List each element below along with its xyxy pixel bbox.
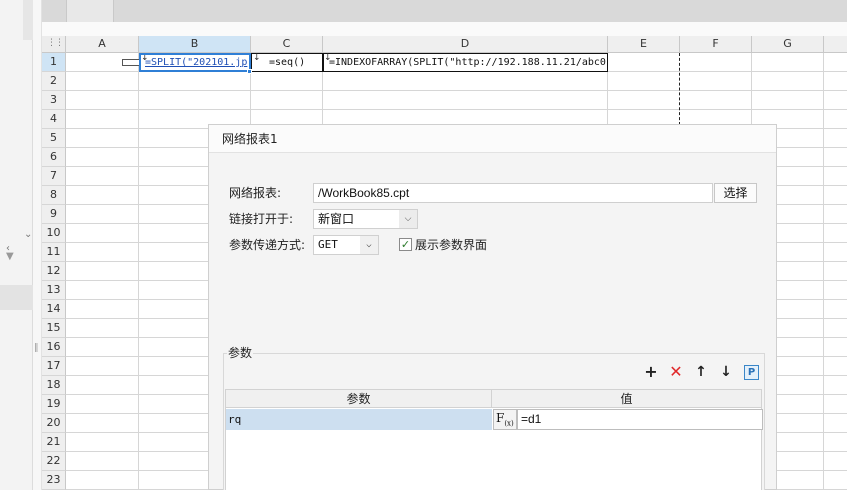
- row-header[interactable]: 21: [42, 433, 66, 452]
- column-header-e[interactable]: E: [608, 36, 680, 53]
- show-params-label: 展示参数界面: [415, 238, 488, 252]
- page-break-line: [679, 53, 680, 125]
- column-header-h[interactable]: [824, 36, 847, 53]
- cell-d1[interactable]: =INDEXOFARRAY(SPLIT("http://192.188.11.2…: [325, 53, 606, 72]
- select-all-corner[interactable]: ⋮⋮⋮: [42, 36, 72, 53]
- row-header[interactable]: 20: [42, 414, 66, 433]
- method-value: GET: [318, 238, 338, 251]
- formula-icon-sub: (x): [504, 419, 514, 428]
- params-table: 参数 值 rq F(x) =d1: [225, 389, 763, 490]
- chevron-down-icon: ⌵: [399, 210, 417, 228]
- cell-c1[interactable]: =seq(): [253, 53, 321, 72]
- delete-icon[interactable]: ✕: [668, 364, 684, 380]
- toolbar-tab[interactable]: [66, 0, 114, 22]
- row-header[interactable]: 2: [42, 72, 66, 91]
- row-header[interactable]: 14: [42, 300, 66, 319]
- left-panel: ⌄ ‹ ▼: [0, 0, 33, 490]
- row-header[interactable]: 13: [42, 281, 66, 300]
- row-header[interactable]: 18: [42, 376, 66, 395]
- move-down-icon[interactable]: ↓: [718, 364, 734, 380]
- cell-d1-expand-marker: ↓: [324, 53, 332, 63]
- grid-vline: [823, 53, 824, 490]
- row-header[interactable]: 9: [42, 205, 66, 224]
- splitter-grip-icon[interactable]: ‖: [34, 344, 39, 353]
- column-header-g[interactable]: G: [752, 36, 824, 53]
- report-label: 网络报表:: [229, 186, 282, 200]
- params-header-value[interactable]: 值: [492, 390, 761, 408]
- column-header-b[interactable]: B: [139, 36, 251, 53]
- chevron-down-icon: ⌵: [360, 236, 378, 254]
- cell-expand-icon: [122, 59, 140, 66]
- row-header[interactable]: 12: [42, 262, 66, 281]
- column-header-a[interactable]: A: [66, 36, 139, 53]
- fill-handle[interactable]: [247, 69, 252, 74]
- row-header[interactable]: 1: [42, 53, 66, 72]
- panel-splitter[interactable]: ‖: [33, 0, 42, 490]
- show-params-checkbox[interactable]: ✓: [399, 238, 412, 251]
- row-header[interactable]: 23: [42, 471, 66, 490]
- dialog-title: 网络报表1: [209, 125, 776, 153]
- row-header[interactable]: 10: [42, 224, 66, 243]
- top-toolbar: [42, 0, 847, 22]
- open-in-value: 新窗口: [318, 212, 355, 226]
- method-select[interactable]: GET ⌵: [313, 235, 379, 255]
- row-header[interactable]: 3: [42, 91, 66, 110]
- add-icon[interactable]: +: [643, 364, 659, 380]
- params-section-title: 参数: [227, 345, 254, 361]
- parameter-icon[interactable]: P: [744, 365, 759, 380]
- params-header-name[interactable]: 参数: [226, 390, 492, 408]
- open-in-label: 链接打开于:: [229, 212, 294, 226]
- row-header[interactable]: 7: [42, 167, 66, 186]
- column-header-c[interactable]: C: [251, 36, 323, 53]
- formula-icon[interactable]: F(x): [493, 409, 517, 430]
- row-header[interactable]: 15: [42, 319, 66, 338]
- cell-c1-expand-marker: ↓: [253, 53, 261, 63]
- left-panel-selected-band: [0, 285, 33, 310]
- row-header[interactable]: 11: [42, 243, 66, 262]
- toolbar-gap: [42, 22, 847, 36]
- column-header-d[interactable]: D: [323, 36, 608, 53]
- row-header[interactable]: 16: [42, 338, 66, 357]
- method-label: 参数传递方式:: [229, 238, 306, 252]
- grid-vline: [138, 53, 139, 490]
- param-name-cell[interactable]: rq: [226, 409, 492, 430]
- left-panel-scroll-top: [23, 0, 33, 40]
- row-header[interactable]: 17: [42, 357, 66, 376]
- hyperlink-dialog: 网络报表1 网络报表: /WorkBook85.cpt 选择 链接打开于: 新窗…: [208, 124, 777, 490]
- select-button[interactable]: 选择: [714, 183, 757, 203]
- chevron-down-icon[interactable]: ⌄: [24, 230, 32, 240]
- param-value-input[interactable]: =d1: [517, 409, 763, 430]
- expand-down-icon[interactable]: ▼: [6, 252, 14, 262]
- row-header[interactable]: 8: [42, 186, 66, 205]
- row-header[interactable]: 4: [42, 110, 66, 129]
- open-in-select[interactable]: 新窗口 ⌵: [313, 209, 418, 229]
- selected-cell-outline: [139, 53, 251, 72]
- row-header[interactable]: 19: [42, 395, 66, 414]
- move-up-icon[interactable]: ↑: [693, 364, 709, 380]
- row-header[interactable]: 6: [42, 148, 66, 167]
- row-header[interactable]: 5: [42, 129, 66, 148]
- report-path-input[interactable]: /WorkBook85.cpt: [313, 183, 713, 203]
- row-header[interactable]: 22: [42, 452, 66, 471]
- column-header-f[interactable]: F: [680, 36, 752, 53]
